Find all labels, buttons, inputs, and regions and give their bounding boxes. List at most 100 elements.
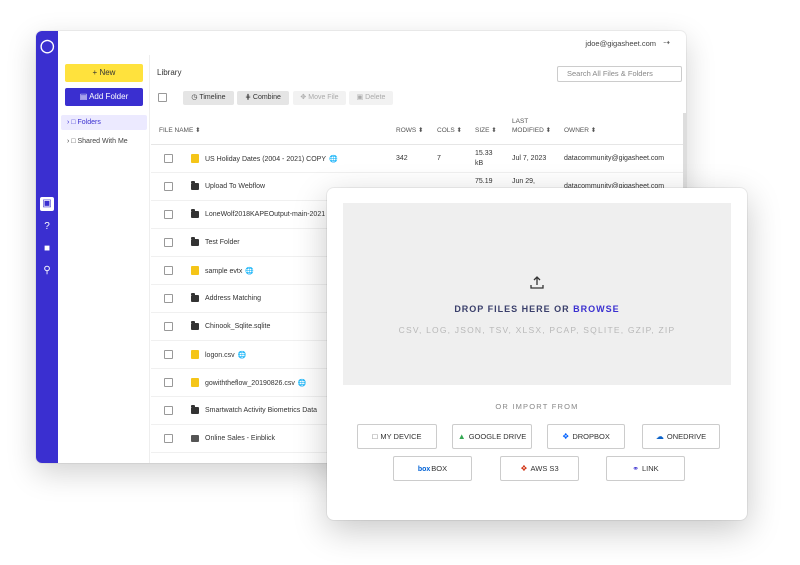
file-icon	[191, 378, 199, 387]
file-name[interactable]: logon.csv 🌐	[205, 351, 246, 359]
file-name[interactable]: Upload To Webflow	[205, 183, 265, 190]
my-device-label: MY DEVICE	[380, 432, 422, 441]
browse-link[interactable]: BROWSE	[573, 304, 620, 314]
timeline-button[interactable]: ◷ Timeline	[183, 91, 234, 105]
library-icon[interactable]: ▣	[40, 197, 54, 211]
file-size-value: 75.19	[475, 178, 493, 185]
file-size-value: 15.33	[475, 150, 493, 157]
sidebar-item-shared-with-me[interactable]: › □ Shared With Me	[61, 134, 147, 149]
row-checkbox[interactable]	[164, 406, 173, 415]
table-row[interactable]: US Holiday Dates (2004 - 2021) COPY 🌐 342 7…	[151, 145, 686, 173]
delete-button[interactable]: ▣ Delete	[349, 91, 393, 105]
drop-zone[interactable]: DROP FILES HERE OR BROWSE CSV, LOG, JSON…	[343, 203, 731, 385]
move-icon: ✥	[300, 94, 307, 101]
onedrive-label: ONEDRIVE	[666, 432, 707, 441]
row-checkbox[interactable]	[164, 238, 173, 247]
file-name[interactable]: Test Folder	[205, 239, 240, 246]
folder-icon	[191, 321, 199, 330]
link-icon: ⚭	[632, 464, 639, 473]
row-checkbox[interactable]	[164, 350, 173, 359]
onedrive-button[interactable]: ☁ ONEDRIVE	[642, 424, 720, 449]
folder-icon	[191, 405, 199, 414]
file-name[interactable]: Chinook_Sqlite.sqlite	[205, 323, 270, 330]
aws-s3-label: AWS S3	[530, 464, 559, 473]
file-name-text: LoneWolf2018KAPEOutput-main-2021	[205, 211, 326, 218]
drop-title-text: DROP FILES HERE OR	[454, 304, 574, 314]
file-name[interactable]: sample evtx 🌐	[205, 267, 254, 275]
search-input[interactable]: Search All Files & Folders	[557, 66, 682, 82]
user-email[interactable]: jdoe@gigasheet.com	[585, 39, 656, 48]
file-name-text: Smartwatch Activity Biometrics Data	[205, 407, 318, 414]
my-device-button[interactable]: □ MY DEVICE	[357, 424, 437, 449]
aws-s3-icon: ❖	[520, 464, 528, 473]
row-checkbox[interactable]	[164, 434, 173, 443]
add-folder-label: Add Folder	[89, 92, 129, 101]
file-name[interactable]: LoneWolf2018KAPEOutput-main-2021	[205, 211, 325, 218]
file-name-text: Chinook_Sqlite.sqlite	[205, 323, 271, 330]
add-folder-button[interactable]: ▤ Add Folder	[65, 88, 143, 106]
logout-icon[interactable]: ⇢	[663, 38, 670, 47]
file-name[interactable]: US Holiday Dates (2004 - 2021) COPY 🌐	[205, 155, 338, 163]
col-file-name[interactable]: FILE NAME ⬍	[159, 127, 201, 136]
folder-icon	[191, 293, 199, 302]
link-button[interactable]: ⚭ LINK	[606, 456, 685, 481]
move-file-label: Move File	[308, 94, 339, 101]
trash-icon: ▣	[356, 94, 364, 101]
chat-icon[interactable]: ■	[40, 242, 54, 256]
file-name[interactable]: Smartwatch Activity Biometrics Data	[205, 407, 317, 414]
key-icon[interactable]: ⚲	[40, 264, 54, 278]
col-owner[interactable]: OWNER ⬍	[564, 127, 596, 136]
col-rows[interactable]: ROWS ⬍	[396, 127, 423, 136]
row-checkbox[interactable]	[164, 182, 173, 191]
box-label: BOX	[431, 464, 448, 473]
globe-icon: 🌐	[245, 268, 255, 275]
file-name-text: US Holiday Dates (2004 - 2021) COPY	[205, 156, 326, 163]
folder-icon	[191, 209, 199, 218]
combine-button[interactable]: ⋕ Combine	[237, 91, 289, 105]
file-name[interactable]: Address Matching	[205, 295, 261, 302]
combine-icon: ⋕	[245, 94, 251, 101]
globe-icon: 🌐	[329, 156, 338, 163]
file-name[interactable]: gowiththeflow_20190826.csv 🌐	[205, 379, 307, 387]
import-heading: OR IMPORT FROM	[495, 402, 579, 411]
file-size-unit: kB	[475, 159, 484, 167]
folder-icon	[191, 237, 199, 246]
select-all-checkbox[interactable]	[158, 93, 167, 102]
row-checkbox[interactable]	[164, 322, 173, 331]
globe-icon: 🌐	[237, 352, 247, 359]
chevron-right-icon: ›	[67, 138, 70, 145]
box-icon: box	[417, 466, 431, 473]
file-icon	[191, 350, 199, 359]
help-icon[interactable]: ?	[40, 220, 54, 234]
top-bar: jdoe@gigasheet.com ⇢	[58, 31, 686, 55]
clock-icon: ◷	[191, 94, 198, 101]
row-checkbox[interactable]	[164, 210, 173, 219]
aws-s3-button[interactable]: ❖ AWS S3	[500, 456, 579, 481]
google-drive-icon: ▲	[457, 432, 466, 441]
file-name-text: Test Folder	[205, 239, 240, 246]
row-checkbox[interactable]	[164, 154, 173, 163]
col-cols[interactable]: COLS ⬍	[437, 127, 462, 136]
row-checkbox[interactable]	[164, 378, 173, 387]
gigasheet-logo[interactable]: ◯	[40, 39, 55, 53]
col-size[interactable]: SIZE ⬍	[475, 127, 497, 136]
file-name[interactable]: Online Sales - Einblick	[205, 435, 275, 442]
globe-icon: 🌐	[297, 380, 307, 387]
row-checkbox[interactable]	[164, 294, 173, 303]
link-label: LINK	[642, 464, 659, 473]
file-name-text: Address Matching	[205, 295, 262, 302]
onedrive-icon: ☁	[655, 432, 664, 441]
page-title: Library	[157, 68, 182, 77]
last-modified: Jul 7, 2023	[512, 155, 547, 162]
new-button[interactable]: + New	[65, 64, 143, 82]
sidebar-item-folders[interactable]: › □ Folders	[61, 115, 147, 130]
box-button[interactable]: boxBOX	[393, 456, 472, 481]
row-checkbox[interactable]	[164, 266, 173, 275]
google-drive-label: GOOGLE DRIVE	[468, 432, 527, 441]
dropbox-button[interactable]: ❖ DROPBOX	[547, 424, 625, 449]
dropbox-label: DROPBOX	[572, 432, 610, 441]
chevron-right-icon: ›	[67, 119, 70, 126]
google-drive-button[interactable]: ▲ GOOGLE DRIVE	[452, 424, 532, 449]
col-last-modified[interactable]: LAST MODIFIED ⬍	[512, 118, 551, 135]
move-file-button[interactable]: ✥ Move File	[293, 91, 346, 105]
